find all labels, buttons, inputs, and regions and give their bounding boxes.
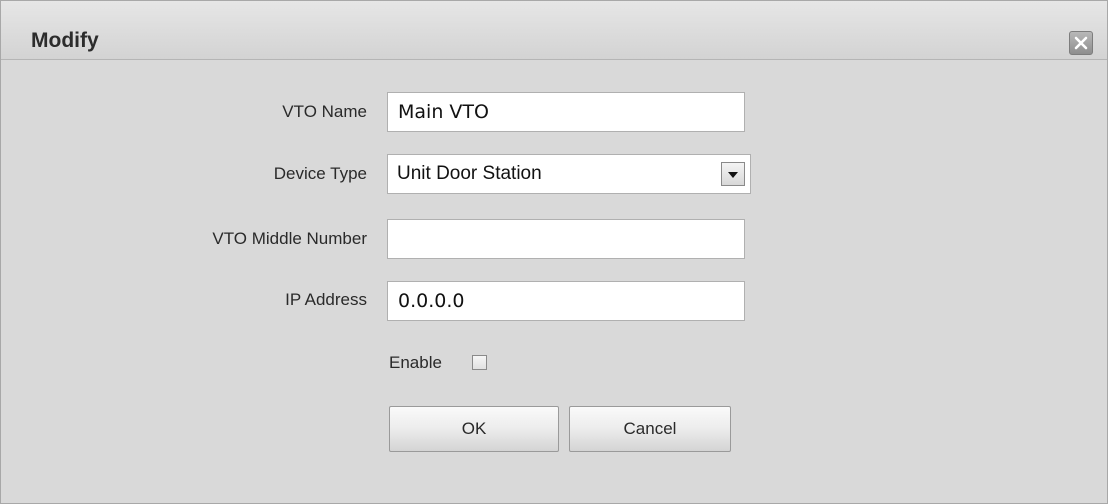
device-type-select[interactable]: Unit Door Station: [387, 154, 751, 194]
ip-address-label: IP Address: [285, 290, 367, 309]
vto-name-input[interactable]: [387, 92, 745, 132]
close-icon: [1070, 32, 1092, 54]
close-button[interactable]: [1069, 31, 1093, 55]
device-type-value: Unit Door Station: [397, 163, 542, 184]
vto-name-label: VTO Name: [282, 102, 367, 121]
ip-address-input[interactable]: [387, 281, 745, 321]
dialog-title: Modify: [31, 29, 99, 52]
cancel-button[interactable]: Cancel: [569, 406, 731, 452]
dialog-titlebar: Modify: [1, 1, 1107, 60]
modify-dialog: Modify VTO Name Device Type Unit Door St…: [0, 0, 1108, 504]
enable-checkbox[interactable]: [472, 355, 487, 370]
device-type-label: Device Type: [273, 164, 367, 183]
ok-button[interactable]: OK: [389, 406, 559, 452]
vto-middle-number-input[interactable]: [387, 219, 745, 259]
vto-middle-number-label: VTO Middle Number: [212, 229, 367, 248]
enable-label: Enable: [389, 353, 442, 372]
chevron-down-icon[interactable]: [721, 162, 745, 186]
